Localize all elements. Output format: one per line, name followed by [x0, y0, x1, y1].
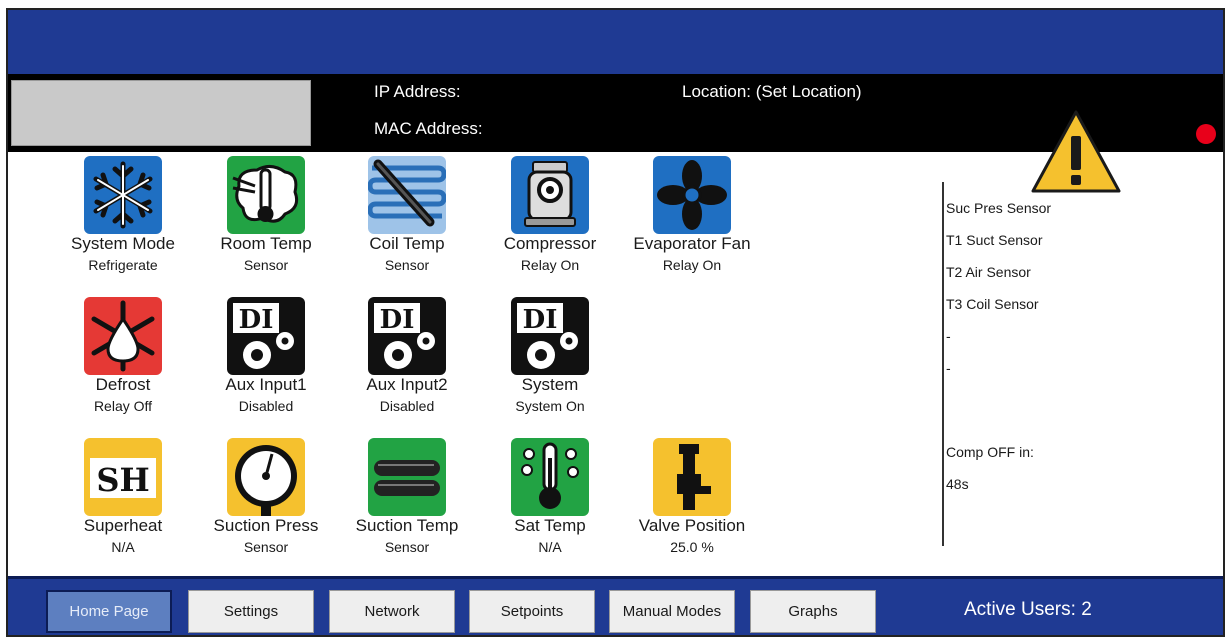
- tile-system-mode[interactable]: System Mode Refrigerate: [48, 152, 198, 286]
- pressure-gauge-icon: [227, 438, 305, 516]
- tile-status: Sensor: [243, 539, 289, 555]
- hmi-window: IP Address: MAC Address: Location: (Set …: [6, 8, 1225, 637]
- tile-system[interactable]: DI System System On: [475, 293, 625, 427]
- nav-network-button[interactable]: Network: [329, 590, 455, 633]
- tile-status: Relay On: [662, 257, 722, 273]
- blank-status-line: -: [946, 328, 951, 344]
- tile-status: N/A: [111, 539, 135, 555]
- sensor-status-panel: Suc Pres Sensor T1 Suct Sensor T2 Air Se…: [946, 200, 1216, 508]
- tile-title: System: [521, 375, 579, 394]
- tile-sat-temp[interactable]: Sat Temp N/A: [475, 434, 625, 568]
- tile-title: Compressor: [503, 234, 597, 253]
- logo-placeholder: [11, 80, 311, 146]
- tile-defrost[interactable]: Defrost Relay Off: [48, 293, 198, 427]
- top-banner: [8, 10, 1223, 74]
- sensor-status-item: T1 Suct Sensor: [946, 232, 1043, 248]
- tile-title: Superheat: [83, 516, 163, 535]
- tile-valve-position[interactable]: Valve Position 25.0 %: [617, 434, 767, 568]
- tile-title: System Mode: [71, 234, 175, 253]
- di-gear-icon: DI: [227, 297, 305, 375]
- tile-aux-input1[interactable]: DI Aux Input1 Disabled: [191, 293, 341, 427]
- di-gear-icon: DI: [511, 297, 589, 375]
- tile-title: Coil Temp: [369, 234, 445, 253]
- sensor-status-item: T2 Air Sensor: [946, 264, 1031, 280]
- warning-triangle-icon[interactable]: [1030, 108, 1122, 196]
- tile-suction-temp[interactable]: Suction Temp Sensor: [332, 434, 482, 568]
- thermometer-icon: [511, 438, 589, 516]
- tile-status: Sensor: [243, 257, 289, 273]
- tile-status: System On: [515, 398, 585, 414]
- suction-pipe-icon: [368, 438, 446, 516]
- bottom-nav-bar: Home Page Settings Network Setpoints Man…: [8, 576, 1223, 635]
- valve-icon: [653, 438, 731, 516]
- tile-title: Suction Temp: [355, 516, 459, 535]
- tile-title: Sat Temp: [514, 516, 586, 535]
- tile-compressor[interactable]: Compressor Relay On: [475, 152, 625, 286]
- sidebar-divider: [942, 182, 944, 546]
- sensor-status-item: T3 Coil Sensor: [946, 296, 1039, 312]
- tile-title: Evaporator Fan: [633, 234, 751, 253]
- sensor-status-item: Suc Pres Sensor: [946, 200, 1052, 216]
- tile-status: Relay Off: [93, 398, 153, 414]
- tile-title: Aux Input1: [225, 375, 307, 394]
- fan-icon: [653, 156, 731, 234]
- nav-manual-modes-button[interactable]: Manual Modes: [609, 590, 735, 633]
- room-temp-icon: [227, 156, 305, 234]
- mac-address-label: MAC Address:: [374, 119, 483, 138]
- coil-temp-icon: [368, 156, 446, 234]
- svg-text:SH: SH: [96, 461, 149, 499]
- tile-aux-input2[interactable]: DI Aux Input2 Disabled: [332, 293, 482, 427]
- nav-home-page-button[interactable]: Home Page: [46, 590, 172, 633]
- status-tile-grid: System Mode Refrigerate Room Temp Sensor: [8, 152, 928, 576]
- ip-address-label: IP Address:: [374, 82, 461, 101]
- tile-evaporator-fan[interactable]: Evaporator Fan Relay On: [617, 152, 767, 286]
- tile-status: Disabled: [379, 398, 435, 414]
- snowflake-icon: [84, 156, 162, 234]
- svg-text:DI: DI: [380, 305, 415, 335]
- tile-status: Refrigerate: [88, 257, 158, 273]
- nav-settings-button[interactable]: Settings: [188, 590, 314, 633]
- blank-status-line: -: [946, 360, 951, 376]
- tile-title: Defrost: [95, 375, 151, 394]
- tile-status: N/A: [538, 539, 562, 555]
- di-gear-icon: DI: [368, 297, 446, 375]
- tile-title: Room Temp: [220, 234, 312, 253]
- tile-status: Sensor: [384, 539, 430, 555]
- tile-status: Relay On: [520, 257, 580, 273]
- tile-superheat[interactable]: SH Superheat N/A: [48, 434, 198, 568]
- tile-coil-temp[interactable]: Coil Temp Sensor: [332, 152, 482, 286]
- tile-status: Sensor: [384, 257, 430, 273]
- tile-title: Aux Input2: [366, 375, 448, 394]
- superheat-icon: SH: [84, 438, 162, 516]
- nav-graphs-button[interactable]: Graphs: [750, 590, 876, 633]
- status-indicator-dot: [1196, 124, 1216, 144]
- tile-suction-press[interactable]: Suction Press Sensor: [191, 434, 341, 568]
- active-users-count: Active Users: 2: [964, 599, 1092, 620]
- tile-title: Suction Press: [213, 516, 319, 535]
- defrost-icon: [84, 297, 162, 375]
- nav-setpoints-button[interactable]: Setpoints: [469, 590, 595, 633]
- compressor-timer-value: 48s: [946, 476, 969, 492]
- tile-room-temp[interactable]: Room Temp Sensor: [191, 152, 341, 286]
- tile-title: Valve Position: [638, 516, 746, 535]
- svg-text:DI: DI: [523, 305, 558, 335]
- compressor-icon: [511, 156, 589, 234]
- svg-text:DI: DI: [239, 305, 274, 335]
- tile-status: Disabled: [238, 398, 294, 414]
- compressor-timer-label: Comp OFF in:: [946, 444, 1034, 460]
- tile-status: 25.0 %: [670, 539, 714, 555]
- location-label[interactable]: Location: (Set Location): [682, 82, 862, 102]
